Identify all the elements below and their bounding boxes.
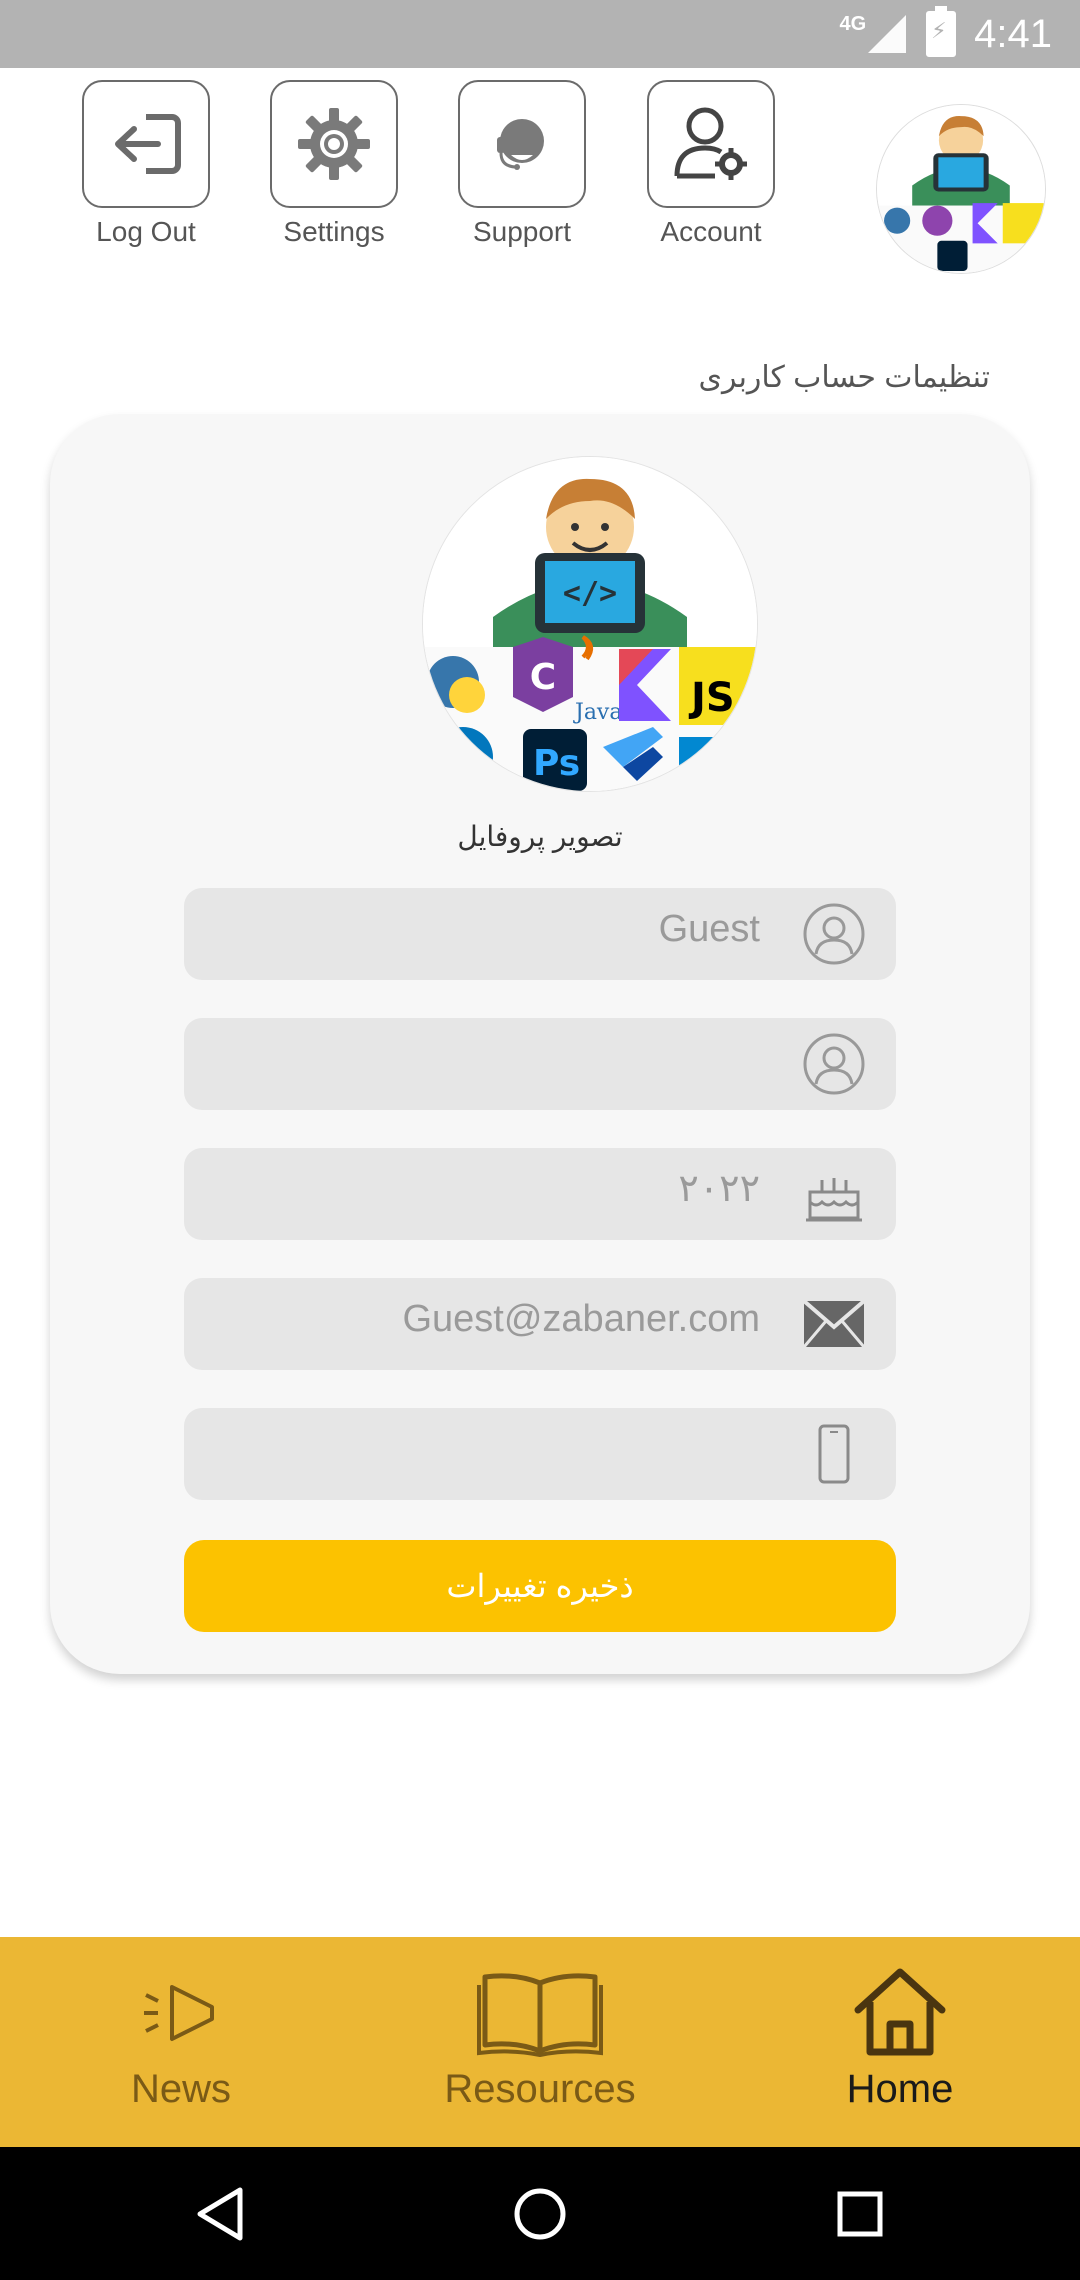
name-field[interactable]: Guest xyxy=(184,888,896,980)
support-label: Support xyxy=(472,216,572,247)
settings-button-box[interactable] xyxy=(270,80,398,208)
nav-item-news[interactable]: News xyxy=(31,1957,331,2112)
home-system-button[interactable] xyxy=(480,2147,600,2280)
page-title: تنظیمات حساب کاربری xyxy=(698,361,990,394)
signal-icon xyxy=(868,15,907,53)
birth-year-field[interactable]: ۲۰۲۲ xyxy=(184,1148,896,1240)
nav-label-home: Home xyxy=(846,2067,954,2111)
network-type: 4G xyxy=(839,12,867,35)
support-button[interactable]: Support xyxy=(457,80,587,248)
recents-icon xyxy=(837,2191,883,2236)
gear-icon xyxy=(298,108,370,180)
home-circle-icon xyxy=(514,2188,566,2239)
mail-icon xyxy=(802,1292,866,1356)
back-icon xyxy=(197,2187,243,2240)
developer-avatar-icon: </> C Java JS Ps xyxy=(423,457,757,791)
user-circle-icon xyxy=(802,902,866,966)
user-circle-icon xyxy=(802,1032,866,1096)
nav-item-home[interactable]: Home xyxy=(750,1957,1050,2112)
logout-button-box[interactable] xyxy=(82,80,210,208)
cake-icon xyxy=(802,1162,866,1226)
svg-text:C: C xyxy=(530,657,556,698)
settings-button[interactable]: Settings xyxy=(269,80,399,248)
profile-image-label: تصویر پروفایل xyxy=(457,821,623,852)
account-button-box[interactable] xyxy=(647,80,775,208)
save-changes-button[interactable]: ذخیره تغییرات xyxy=(184,1540,896,1632)
svg-text:Java: Java xyxy=(573,700,622,725)
birth-year-value: ۲۰۲۲ xyxy=(678,1168,760,1210)
logout-button[interactable]: Log Out xyxy=(81,80,211,248)
recents-button[interactable] xyxy=(800,2147,920,2280)
nav-item-resources[interactable]: Resources xyxy=(390,1957,690,2112)
support-button-box[interactable] xyxy=(458,80,586,208)
back-button[interactable] xyxy=(160,2147,280,2280)
user-gear-icon xyxy=(674,107,747,180)
profile-image[interactable]: </> C Java JS Ps xyxy=(422,456,758,792)
name-field-value: Guest xyxy=(658,908,760,950)
email-field[interactable]: Guest@zabaner.com xyxy=(184,1278,896,1370)
logout-icon xyxy=(115,114,181,174)
developer-avatar-icon xyxy=(877,105,1045,273)
headset-icon xyxy=(497,119,544,170)
avatar[interactable] xyxy=(876,104,1046,274)
family-field[interactable] xyxy=(184,1018,896,1110)
account-settings-card: </> C Java JS Ps تصویر پروفایل Guest ۲۰۲… xyxy=(50,414,1030,1674)
phone-field[interactable] xyxy=(184,1408,896,1500)
account-label: Account xyxy=(660,216,762,247)
home-icon xyxy=(750,1957,1050,2067)
phone-icon xyxy=(802,1422,866,1486)
system-nav-bar xyxy=(0,2147,1080,2280)
svg-text:JS: JS xyxy=(688,675,735,721)
svg-text:</>: </> xyxy=(563,576,617,611)
battery-icon xyxy=(926,6,957,57)
clock: 4:41 xyxy=(974,11,1052,56)
bottom-nav: News Resources Home xyxy=(0,1937,1080,2147)
svg-text:Ps: Ps xyxy=(533,743,580,784)
nav-label-news: News xyxy=(130,2067,232,2111)
account-button[interactable]: Account xyxy=(646,80,776,248)
logout-label: Log Out xyxy=(96,216,196,247)
book-icon xyxy=(390,1957,690,2067)
nav-label-resources: Resources xyxy=(444,2067,636,2111)
megaphone-icon xyxy=(31,1957,331,2067)
email-field-value: Guest@zabaner.com xyxy=(402,1298,760,1340)
status-bar: 4G 4:41 xyxy=(0,0,1080,68)
settings-label: Settings xyxy=(283,216,385,247)
